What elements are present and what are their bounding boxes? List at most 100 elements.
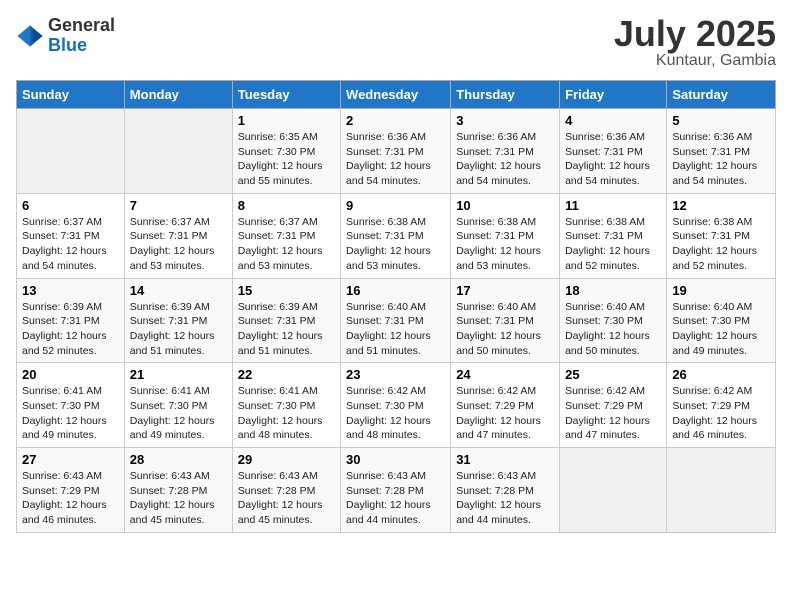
day-cell	[560, 448, 667, 533]
day-number: 14	[130, 283, 227, 298]
day-number: 2	[346, 113, 445, 128]
day-number: 3	[456, 113, 554, 128]
day-number: 13	[22, 283, 119, 298]
logo-blue: Blue	[48, 36, 115, 56]
day-number: 5	[672, 113, 770, 128]
week-row-5: 27 Sunrise: 6:43 AMSunset: 7:29 PMDayligh…	[17, 448, 776, 533]
col-header-wednesday: Wednesday	[341, 81, 451, 109]
day-info: Sunrise: 6:36 AMSunset: 7:31 PMDaylight:…	[456, 130, 554, 189]
day-cell: 8Sunrise: 6:37 AMSunset: 7:31 PMDaylight…	[232, 193, 340, 278]
day-info: Sunrise: 6:42 AMSunset: 7:29 PMDaylight:…	[672, 384, 770, 443]
day-cell: 20 Sunrise: 6:41 AMSunset: 7:30 PMDayligh…	[17, 363, 125, 448]
day-cell: 9Sunrise: 6:38 AMSunset: 7:31 PMDaylight…	[341, 193, 451, 278]
day-info: Sunrise: 6:38 AMSunset: 7:31 PMDaylight:…	[672, 215, 770, 274]
day-number: 1	[238, 113, 335, 128]
day-number: 24	[456, 367, 554, 382]
location: Kuntaur, Gambia	[614, 52, 776, 70]
day-cell	[17, 109, 125, 194]
logo-general: General	[48, 16, 115, 36]
day-info: Sunrise: 6:40 AMSunset: 7:30 PMDaylight:…	[565, 300, 661, 359]
week-row-2: 6 Sunrise: 6:37 AMSunset: 7:31 PMDaylight…	[17, 193, 776, 278]
day-info: Sunrise: 6:38 AMSunset: 7:31 PMDaylight:…	[565, 215, 661, 274]
day-cell: 11 Sunrise: 6:38 AMSunset: 7:31 PMDayligh…	[560, 193, 667, 278]
page-header: General Blue July 2025 Kuntaur, Gambia	[16, 16, 776, 70]
day-cell: 15 Sunrise: 6:39 AMSunset: 7:31 PMDayligh…	[232, 278, 340, 363]
day-cell: 5 Sunrise: 6:36 AMSunset: 7:31 PMDaylight…	[667, 109, 776, 194]
day-number: 7	[130, 198, 227, 213]
day-info: Sunrise: 6:40 AMSunset: 7:31 PMDaylight:…	[346, 300, 445, 359]
day-number: 11	[565, 198, 661, 213]
day-info: Sunrise: 6:43 AMSunset: 7:29 PMDaylight:…	[22, 469, 119, 528]
day-info: Sunrise: 6:42 AMSunset: 7:29 PMDaylight:…	[456, 384, 554, 443]
col-header-tuesday: Tuesday	[232, 81, 340, 109]
day-info: Sunrise: 6:41 AMSunset: 7:30 PMDaylight:…	[22, 384, 119, 443]
day-info: Sunrise: 6:40 AMSunset: 7:31 PMDaylight:…	[456, 300, 554, 359]
col-header-thursday: Thursday	[451, 81, 560, 109]
day-number: 31	[456, 452, 554, 467]
day-info: Sunrise: 6:43 AMSunset: 7:28 PMDaylight:…	[456, 469, 554, 528]
day-info: Sunrise: 6:35 AMSunset: 7:30 PMDaylight:…	[238, 130, 335, 189]
day-cell: 22Sunrise: 6:41 AMSunset: 7:30 PMDayligh…	[232, 363, 340, 448]
day-number: 4	[565, 113, 661, 128]
day-info: Sunrise: 6:37 AMSunset: 7:31 PMDaylight:…	[22, 215, 119, 274]
day-cell: 26 Sunrise: 6:42 AMSunset: 7:29 PMDayligh…	[667, 363, 776, 448]
col-header-friday: Friday	[560, 81, 667, 109]
day-number: 29	[238, 452, 335, 467]
day-number: 27	[22, 452, 119, 467]
day-number: 15	[238, 283, 335, 298]
logo-icon	[16, 22, 44, 50]
day-number: 23	[346, 367, 445, 382]
day-cell	[124, 109, 232, 194]
day-number: 10	[456, 198, 554, 213]
day-number: 21	[130, 367, 227, 382]
day-info: Sunrise: 6:39 AMSunset: 7:31 PMDaylight:…	[130, 300, 227, 359]
day-info: Sunrise: 6:37 AMSunset: 7:31 PMDaylight:…	[238, 215, 335, 274]
day-number: 20	[22, 367, 119, 382]
day-cell: 13 Sunrise: 6:39 AMSunset: 7:31 PMDayligh…	[17, 278, 125, 363]
day-info: Sunrise: 6:43 AMSunset: 7:28 PMDaylight:…	[130, 469, 227, 528]
col-header-sunday: Sunday	[17, 81, 125, 109]
calendar-table: SundayMondayTuesdayWednesdayThursdayFrid…	[16, 80, 776, 533]
day-info: Sunrise: 6:42 AMSunset: 7:29 PMDaylight:…	[565, 384, 661, 443]
day-number: 28	[130, 452, 227, 467]
day-number: 22	[238, 367, 335, 382]
day-info: Sunrise: 6:40 AMSunset: 7:30 PMDaylight:…	[672, 300, 770, 359]
day-info: Sunrise: 6:39 AMSunset: 7:31 PMDaylight:…	[238, 300, 335, 359]
day-cell: 24 Sunrise: 6:42 AMSunset: 7:29 PMDayligh…	[451, 363, 560, 448]
day-number: 17	[456, 283, 554, 298]
day-cell: 16 Sunrise: 6:40 AMSunset: 7:31 PMDayligh…	[341, 278, 451, 363]
logo: General Blue	[16, 16, 115, 56]
day-cell: 25 Sunrise: 6:42 AMSunset: 7:29 PMDayligh…	[560, 363, 667, 448]
day-number: 6	[22, 198, 119, 213]
day-number: 16	[346, 283, 445, 298]
day-number: 18	[565, 283, 661, 298]
day-info: Sunrise: 6:42 AMSunset: 7:30 PMDaylight:…	[346, 384, 445, 443]
day-number: 12	[672, 198, 770, 213]
day-info: Sunrise: 6:37 AMSunset: 7:31 PMDaylight:…	[130, 215, 227, 274]
day-info: Sunrise: 6:38 AMSunset: 7:31 PMDaylight:…	[456, 215, 554, 274]
day-info: Sunrise: 6:43 AMSunset: 7:28 PMDaylight:…	[238, 469, 335, 528]
day-cell: 1 Sunrise: 6:35 AMSunset: 7:30 PMDaylight…	[232, 109, 340, 194]
col-header-saturday: Saturday	[667, 81, 776, 109]
day-cell: 14 Sunrise: 6:39 AMSunset: 7:31 PMDayligh…	[124, 278, 232, 363]
day-cell: 21 Sunrise: 6:41 AMSunset: 7:30 PMDayligh…	[124, 363, 232, 448]
day-cell: 10 Sunrise: 6:38 AMSunset: 7:31 PMDayligh…	[451, 193, 560, 278]
day-number: 30	[346, 452, 445, 467]
day-cell: 2Sunrise: 6:36 AMSunset: 7:31 PMDaylight…	[341, 109, 451, 194]
day-cell: 3 Sunrise: 6:36 AMSunset: 7:31 PMDaylight…	[451, 109, 560, 194]
day-info: Sunrise: 6:39 AMSunset: 7:31 PMDaylight:…	[22, 300, 119, 359]
day-cell: 17 Sunrise: 6:40 AMSunset: 7:31 PMDayligh…	[451, 278, 560, 363]
day-cell: 4 Sunrise: 6:36 AMSunset: 7:31 PMDaylight…	[560, 109, 667, 194]
header-row: SundayMondayTuesdayWednesdayThursdayFrid…	[17, 81, 776, 109]
day-cell: 30Sunrise: 6:43 AMSunset: 7:28 PMDayligh…	[341, 448, 451, 533]
month-info: July 2025 Kuntaur, Gambia	[614, 16, 776, 70]
day-number: 9	[346, 198, 445, 213]
day-cell: 12 Sunrise: 6:38 AMSunset: 7:31 PMDayligh…	[667, 193, 776, 278]
day-info: Sunrise: 6:36 AMSunset: 7:31 PMDaylight:…	[565, 130, 661, 189]
day-number: 19	[672, 283, 770, 298]
day-info: Sunrise: 6:41 AMSunset: 7:30 PMDaylight:…	[130, 384, 227, 443]
day-number: 25	[565, 367, 661, 382]
day-info: Sunrise: 6:36 AMSunset: 7:31 PMDaylight:…	[672, 130, 770, 189]
day-cell: 19 Sunrise: 6:40 AMSunset: 7:30 PMDayligh…	[667, 278, 776, 363]
day-number: 26	[672, 367, 770, 382]
